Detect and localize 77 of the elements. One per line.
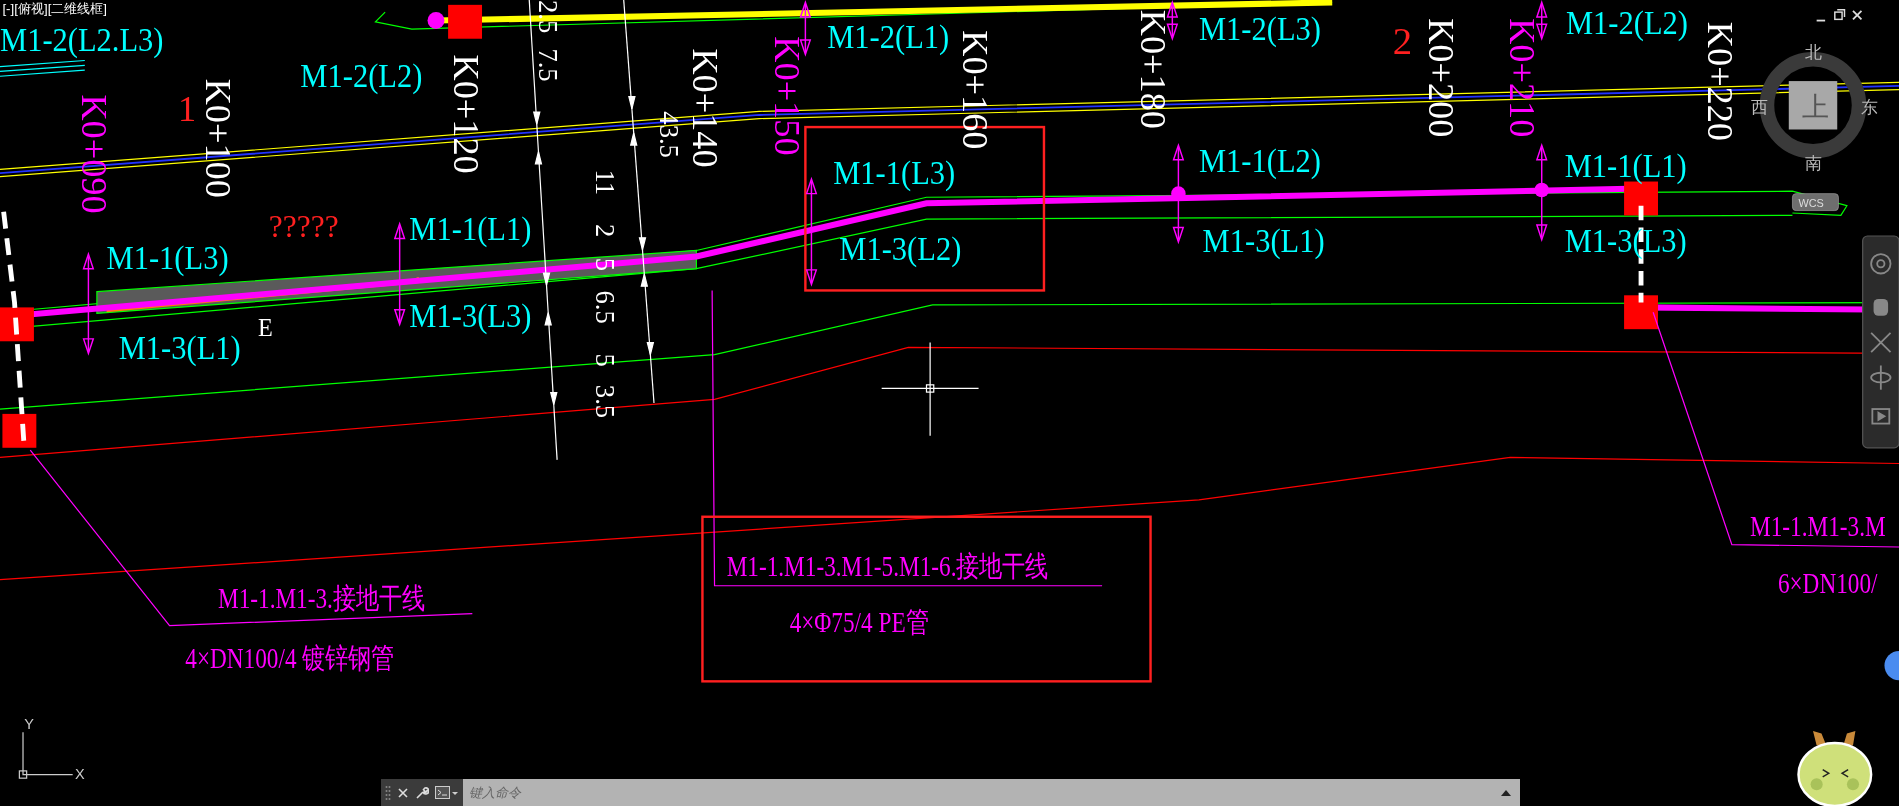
dimension-value: 6.5 — [589, 290, 620, 324]
junction-dot — [427, 12, 445, 30]
side-tab-button[interactable] — [1884, 651, 1899, 681]
double-arrow — [1535, 0, 1548, 42]
station-label: K0+180 — [1132, 9, 1173, 129]
axis-label: Y — [24, 715, 34, 732]
pipe-label: M1-2(L3) — [1199, 9, 1321, 48]
junction-dot — [1534, 182, 1549, 198]
station-label: K0+090 — [74, 94, 115, 214]
station-label: K0+140 — [684, 48, 725, 168]
callout-text: M1-1.M1-3.M — [1750, 510, 1886, 543]
dimension-value: 5 — [589, 257, 620, 272]
dimension-value: 2.5 — [532, 0, 563, 34]
pipe-label: M1-1(L3) — [106, 238, 229, 276]
dimension-value: 11 — [589, 169, 620, 196]
manhole-square — [0, 307, 34, 342]
pipe-label: M1-1(L1) — [409, 209, 532, 247]
compass-label: 北 — [1804, 42, 1822, 63]
viewport-label: [-][俯视][二维线框] — [2, 1, 108, 17]
compass-label: 南 — [1804, 153, 1822, 174]
callout-text: M1-1.M1-3.接地干线 — [218, 582, 425, 615]
pipe-label: M1-3(L3) — [409, 296, 532, 335]
dimension-value: 2 — [589, 223, 620, 238]
revision-mark: 1 — [178, 89, 197, 129]
close-icon — [1852, 10, 1863, 21]
pipe-label: M1-2(L2.L3) — [0, 20, 164, 59]
pipe-label: M1-3(L2) — [839, 229, 962, 268]
ucs-icon — [18, 731, 74, 779]
wcs-label: WCS — [1798, 196, 1824, 209]
viewcube-label: 上 — [1802, 91, 1830, 123]
station-label: K0+120 — [446, 54, 487, 174]
pipe-label: M1-2(L2) — [1565, 3, 1688, 42]
steering-wheel-icon — [1870, 253, 1892, 275]
callout-text: 4×DN100/4 镀锌钢管 — [185, 642, 395, 675]
point-label: E — [257, 314, 273, 342]
wrench-icon[interactable] — [415, 785, 429, 800]
pipe-label: M1-3(L1) — [1202, 221, 1325, 260]
viewcube-face — [1788, 81, 1838, 130]
minimize-icon — [1815, 19, 1827, 22]
pipe-label: M1-1(L2) — [1199, 141, 1321, 180]
dimension-value: 43.5 — [654, 111, 685, 158]
pipe-label: M1-3(L3) — [1564, 221, 1687, 260]
double-arrow — [799, 0, 812, 57]
revision-mark: 2 — [1392, 19, 1413, 63]
command-input[interactable]: 键入命令 — [463, 779, 1494, 806]
compass-label: 西 — [1751, 96, 1769, 117]
callout-text: 6×DN100/ — [1777, 567, 1878, 600]
station-label: K0+160 — [954, 30, 995, 150]
manhole-square — [2, 413, 37, 448]
pipe-label: M1-2(L1) — [827, 17, 950, 56]
grip-icon[interactable] — [385, 784, 391, 801]
station-label: K0+220 — [1699, 21, 1740, 141]
revision-mark: ????? — [268, 209, 339, 245]
close-icon[interactable] — [397, 786, 409, 799]
restore-icon — [1834, 8, 1846, 21]
station-label: K0+210 — [1502, 18, 1543, 138]
double-arrow — [1166, 0, 1179, 42]
callout-text: 4×Φ75/4 PE管 — [789, 606, 929, 639]
station-label: K0+150 — [767, 36, 808, 156]
film-icon — [1871, 408, 1891, 425]
prompt-icon[interactable] — [435, 784, 459, 801]
orbit-icon — [1870, 364, 1892, 391]
axis-label: X — [75, 766, 85, 783]
dimension-value: 5 — [589, 353, 620, 367]
dimension-value: 3.5 — [589, 384, 620, 419]
pipe-label: M1-1(L1) — [1564, 146, 1687, 185]
caret-icon[interactable] — [1494, 779, 1520, 806]
pipe-label: M1-3(L1) — [118, 328, 241, 367]
station-label: K0+100 — [197, 78, 238, 198]
compass-label: 东 — [1861, 96, 1879, 117]
station-label: K0+200 — [1421, 18, 1462, 138]
dimension-value: 7.5 — [532, 48, 563, 82]
pipe-label: M1-1(L3) — [833, 153, 956, 192]
manhole-square — [448, 4, 482, 39]
pipe-label: M1-2(L2) — [300, 56, 423, 95]
callout-text: M1-1.M1-3.M1-5.M1-6.接地干线 — [726, 550, 1049, 583]
manhole-square — [1624, 295, 1658, 330]
